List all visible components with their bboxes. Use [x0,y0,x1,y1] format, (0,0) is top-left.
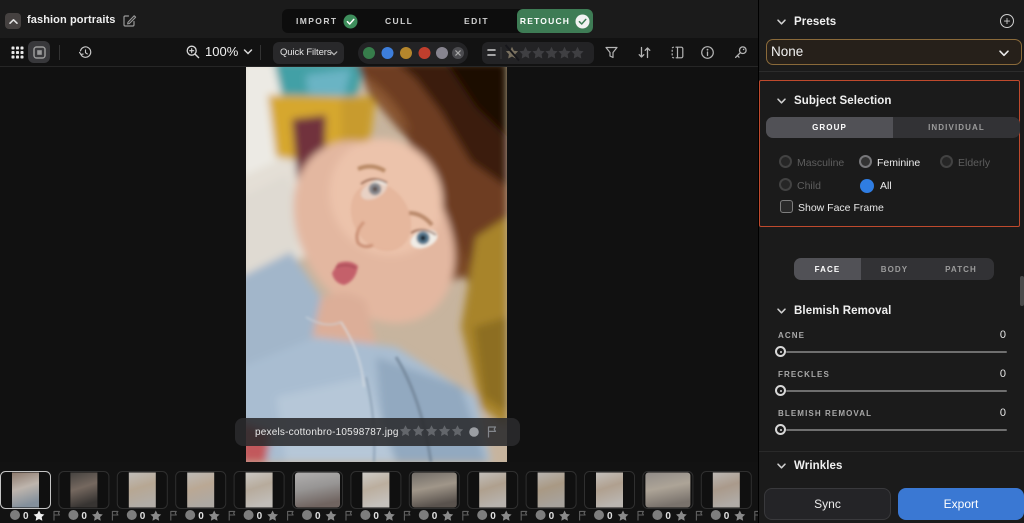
svg-text:0: 0 [724,511,730,522]
svg-text:0: 0 [665,511,671,522]
svg-text:0: 0 [81,511,87,522]
svg-text:0: 0 [549,511,555,522]
svg-text:0: 0 [257,511,263,522]
svg-text:0: 0 [607,511,613,522]
svg-text:0: 0 [490,511,496,522]
svg-text:0: 0 [432,511,438,522]
svg-text:0: 0 [373,511,379,522]
svg-text:0: 0 [140,511,146,522]
svg-text:0: 0 [23,511,29,522]
svg-text:0: 0 [315,511,321,522]
svg-text:0: 0 [198,511,204,522]
